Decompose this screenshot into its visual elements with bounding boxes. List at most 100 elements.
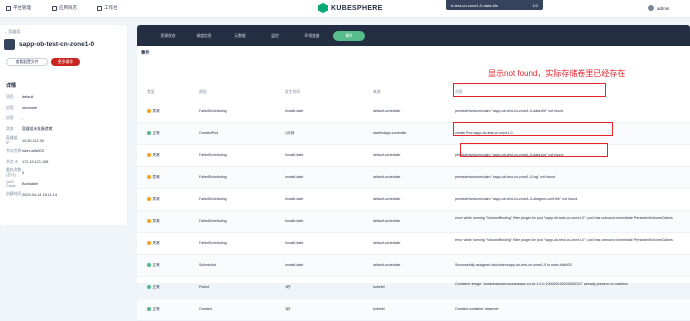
more-actions-button[interactable]: 更多操作 (51, 58, 80, 66)
nav-app-store-label: 应用商店 (59, 5, 77, 10)
pod-detail-sidebar: ‹ 容器组 sapp-ob-test-cn-zone1-0 查看配置文件 更多操… (0, 25, 127, 225)
brand-logo[interactable]: KUBESPHERE (318, 3, 383, 13)
event-source: kubelet (373, 307, 385, 311)
tab-events[interactable]: 事件 (333, 31, 365, 41)
event-reason: FailedScheduling (199, 197, 227, 201)
detail-key: 应用 (6, 116, 14, 121)
event-source: kubelet (373, 285, 385, 289)
nav-workbench[interactable]: 工作台 (97, 5, 118, 11)
event-type-label: 异常 (152, 153, 160, 157)
detail-value: 0 (22, 170, 25, 175)
event-type-label: 异常 (152, 197, 160, 201)
tab-monitoring[interactable]: 监控 (261, 31, 289, 41)
event-reason: Created (199, 307, 212, 311)
tab-bar: 资源状态 调度信息 元数据 监控 环境变量 事件 (137, 25, 690, 46)
back-link-label: 容器组 (8, 29, 21, 34)
event-type: 正常 (147, 307, 160, 312)
event-message: persistentvolumeclaim "sapp-ob-test-cn-z… (455, 109, 564, 113)
tab-metadata[interactable]: 元数据 (226, 31, 254, 41)
nav-platform[interactable]: 平台管理 (6, 5, 31, 11)
normal-status-icon (147, 131, 151, 135)
tab-scheduling-info[interactable]: 调度信息 (189, 31, 219, 41)
events-title: 事件 (141, 50, 150, 55)
event-type: 异常 (147, 219, 160, 224)
event-time: 1分钟 (285, 131, 295, 135)
detail-value: ndev-k8s003 (22, 149, 44, 154)
event-row[interactable]: 正常 Created 1秒 kubelet Created container obse… (137, 299, 690, 321)
event-reason: FailedScheduling (199, 153, 227, 157)
back-link[interactable]: ‹ 容器组 (5, 29, 20, 35)
event-row[interactable]: 异常 FailedScheduling Invalid date default-sc… (137, 233, 690, 255)
event-reason: Scheduled (199, 263, 216, 267)
event-type: 异常 (147, 153, 160, 158)
event-source: default-scheduler (373, 241, 401, 245)
event-time: Invalid date (285, 109, 304, 113)
col-reason: 原因 (199, 90, 207, 94)
event-row[interactable]: 异常 FailedScheduling Invalid date default-sc… (137, 189, 690, 211)
event-time: Invalid date (285, 175, 304, 179)
event-type-label: 异常 (152, 241, 160, 245)
warning-status-icon (147, 219, 151, 223)
tab-resource-status[interactable]: 资源状态 (153, 31, 183, 41)
warning-status-icon (147, 175, 151, 179)
user-avatar-icon (648, 5, 654, 11)
event-message: persistentvolumeclaim "sapp-ob-test-cn-z… (455, 175, 556, 179)
event-row[interactable]: 异常 FailedScheduling Invalid date default-sc… (137, 167, 690, 189)
search-popup-title: b-test-cn-zone1-0-data-file (451, 3, 498, 8)
event-type-label: 异常 (152, 175, 160, 179)
event-row[interactable]: 正常 Pulled 1秒 kubelet Container image "oceanb… (137, 277, 690, 299)
event-source: default-scheduler (373, 175, 401, 179)
view-yaml-button[interactable]: 查看配置文件 (6, 58, 48, 66)
event-time: Invalid date (285, 153, 304, 157)
detail-key: 重启次数(总计) (6, 167, 22, 177)
warning-status-icon (147, 197, 151, 201)
event-reason: CreatedPod (199, 131, 219, 135)
event-row[interactable]: 正常 Scheduled Invalid date default-scheduler… (137, 255, 690, 277)
event-type: 正常 (147, 131, 160, 136)
event-row[interactable]: 异常 FailedScheduling Invalid date default-sc… (137, 211, 690, 233)
user-menu[interactable]: admin (648, 5, 669, 11)
search-popup: b-test-cn-zone1-0-data-file 1/2 (446, 0, 543, 10)
event-type-label: 正常 (152, 285, 160, 289)
warning-status-icon (147, 109, 151, 113)
detail-key: 节点 IP (6, 159, 19, 164)
tab-env-vars[interactable]: 环境变量 (295, 31, 329, 41)
event-type: 异常 (147, 109, 160, 114)
event-type-label: 异常 (152, 219, 160, 223)
event-source: default-scheduler (373, 153, 401, 157)
event-time: Invalid date (285, 263, 304, 267)
detail-row: 项目 default (6, 92, 121, 103)
events-table-header: 类型 原因 发生时间 来源 消息 (137, 88, 690, 98)
event-type: 异常 (147, 175, 160, 180)
event-time: Invalid date (285, 241, 304, 245)
pod-header: sapp-ob-test-cn-zone1-0 (4, 39, 94, 50)
nav-app-store[interactable]: 应用商店 (52, 5, 77, 11)
details-list: 项目 default 应用 obcluster 应用 - 状态 容器组未准备就绪 容器组 IP 1… (6, 92, 121, 200)
event-type-label: 正常 (152, 131, 160, 135)
detail-row: 节点名称 ndev-k8s003 (6, 146, 121, 157)
annotation-text: 显示not found，实际存储卷里已经存在 (488, 69, 626, 78)
nav-platform-label: 平台管理 (13, 5, 31, 10)
detail-row: 节点 IP 172.19.121.198 (6, 157, 121, 168)
event-reason: FailedScheduling (199, 219, 227, 223)
detail-row: 状态 容器组未准备就绪 (6, 124, 121, 135)
event-type: 正常 (147, 263, 160, 268)
event-source: default-scheduler (373, 109, 401, 113)
event-type-label: 异常 (152, 109, 160, 113)
pod-icon (4, 39, 15, 50)
event-source: statefulapp-controller (373, 131, 407, 135)
event-source: default-scheduler (373, 197, 401, 201)
event-type-label: 正常 (152, 263, 160, 267)
event-message: error while running "VolumeBinding" filt… (455, 238, 673, 242)
col-type: 类型 (147, 90, 155, 94)
detail-key: QoS Class (6, 179, 16, 188)
normal-status-icon (147, 263, 151, 267)
detail-key: 创建时间 (6, 192, 22, 197)
warning-status-icon (147, 241, 151, 245)
event-row[interactable]: 异常 FailedScheduling Invalid date default-sc… (137, 101, 690, 123)
detail-value: 2023-04-14 16:11:14 (22, 192, 57, 197)
detail-value: 10.50.112.30 (22, 138, 44, 143)
event-type: 正常 (147, 285, 160, 290)
event-reason: FailedScheduling (199, 241, 227, 245)
store-icon (52, 5, 57, 11)
